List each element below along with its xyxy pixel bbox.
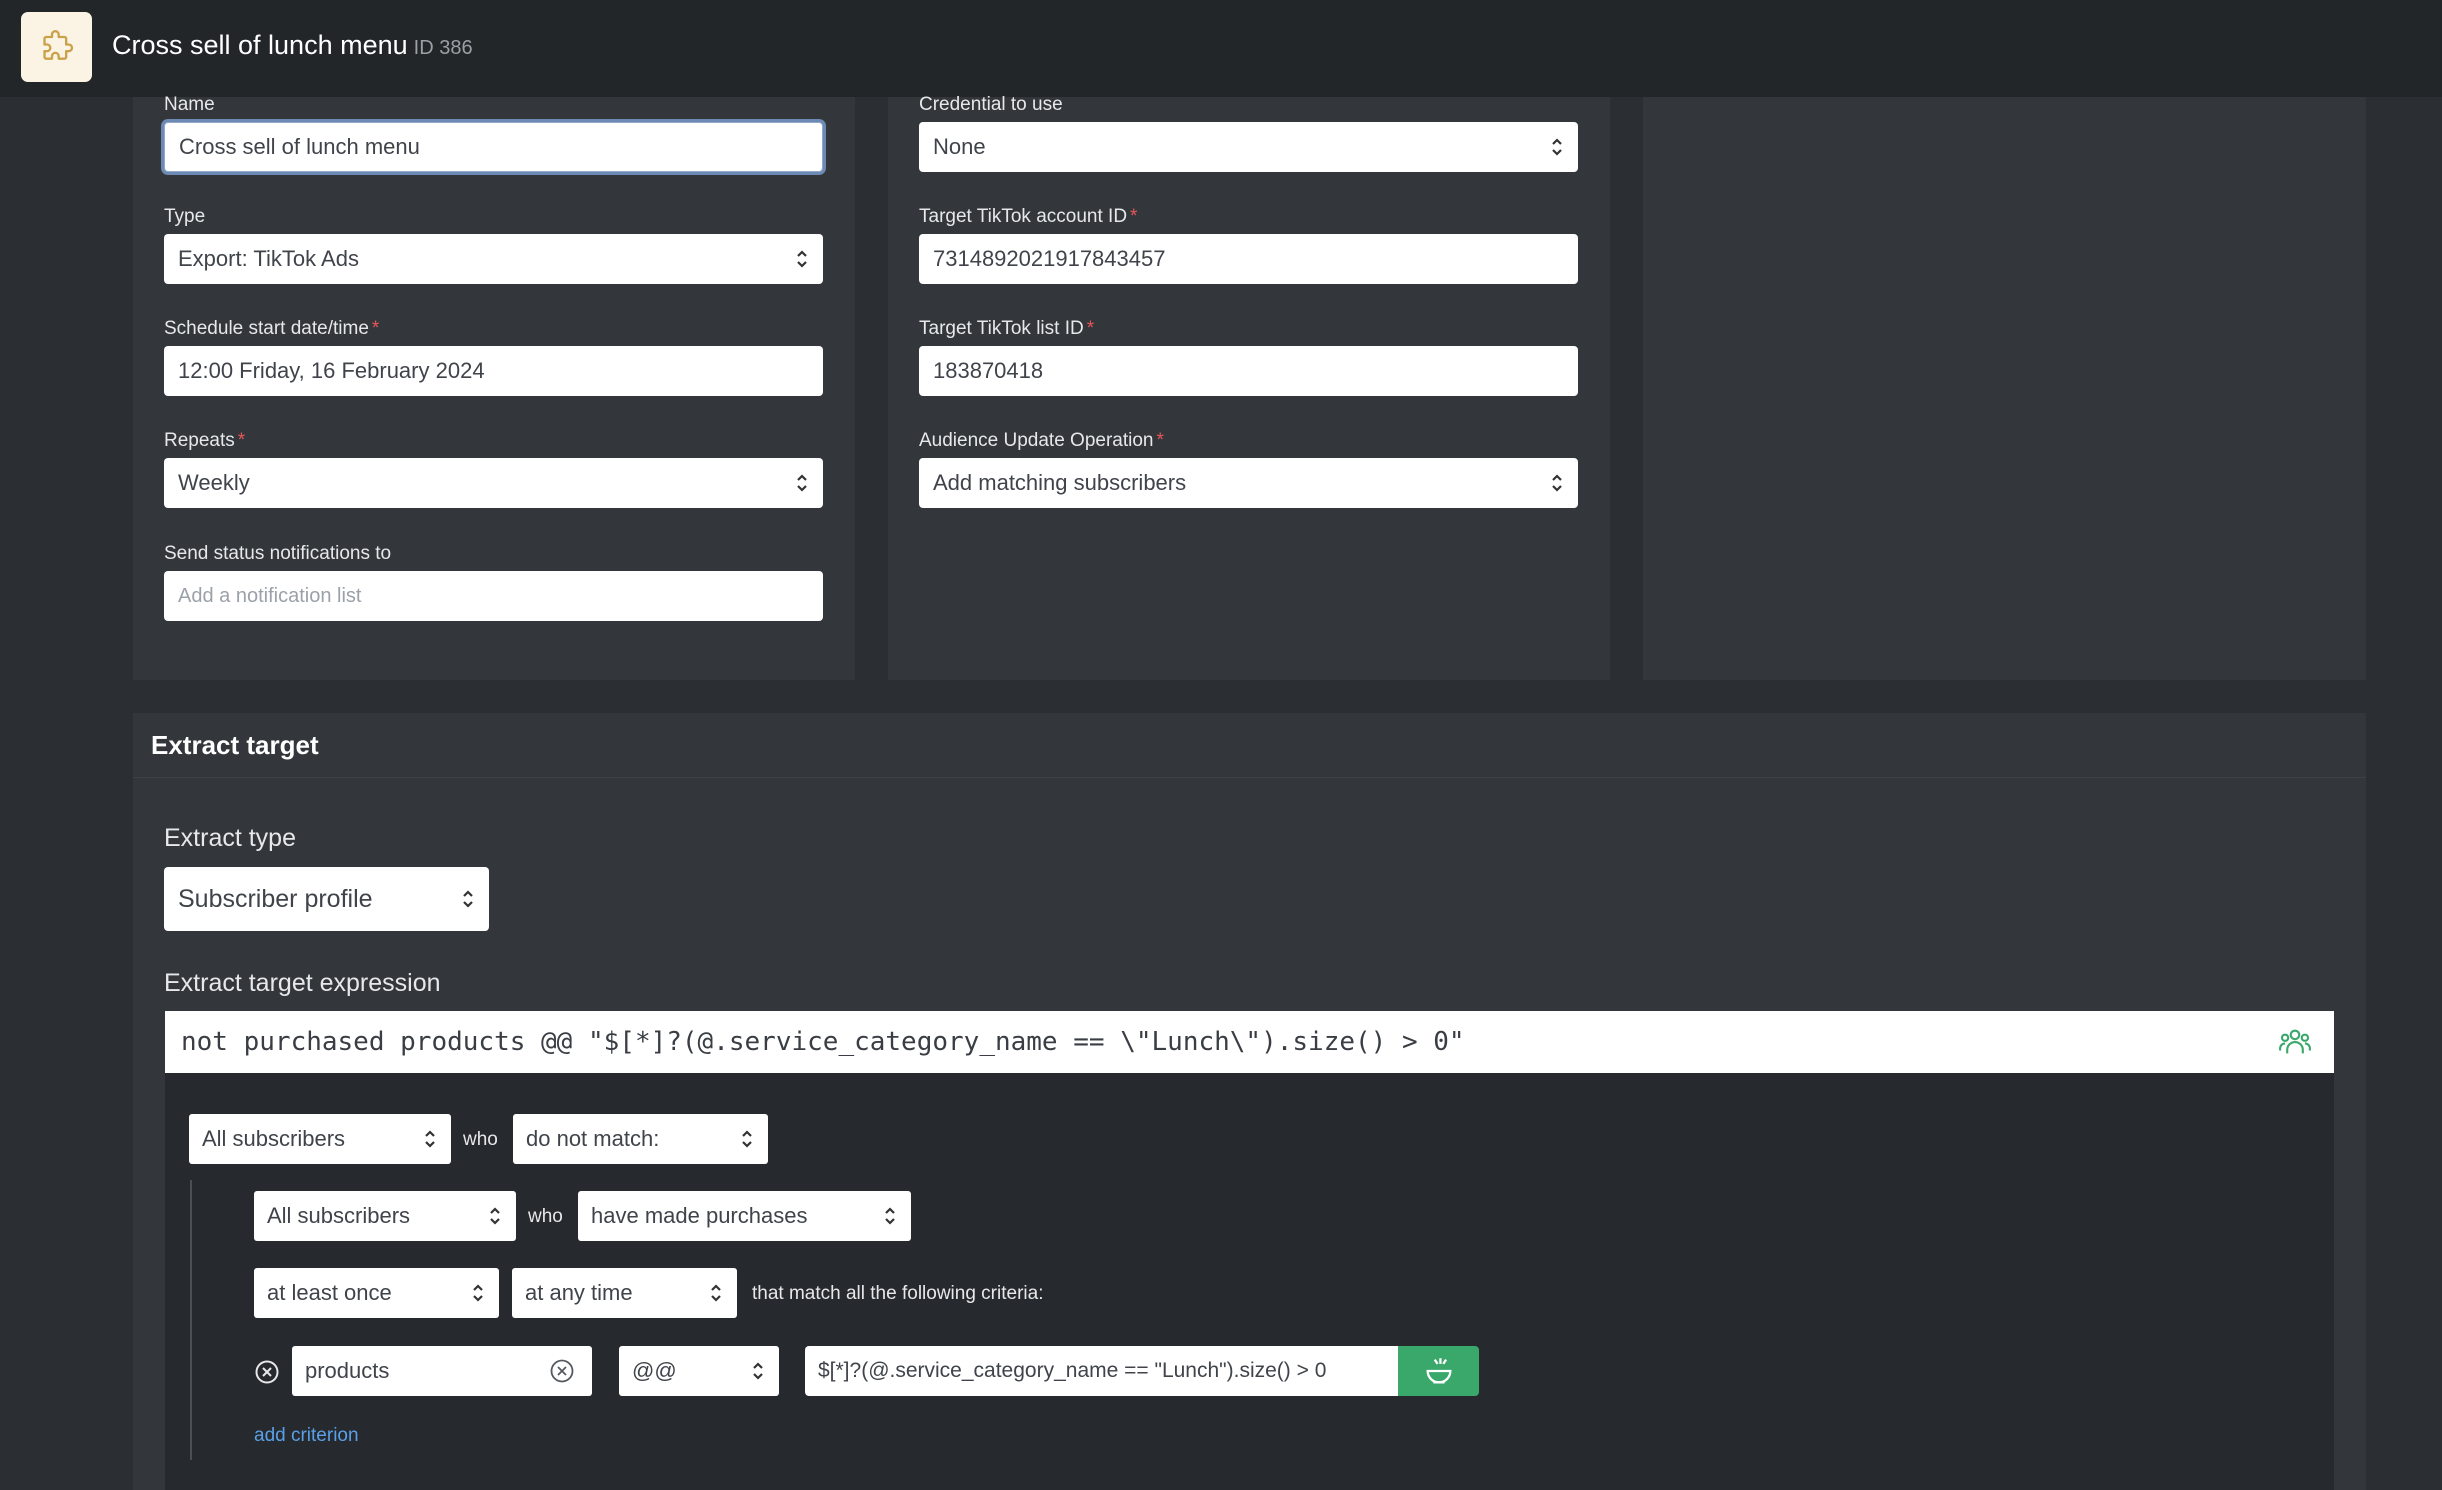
operation-select-value: Add matching subscribers: [933, 470, 1187, 495]
expression-text: not purchased products @@ "$[*]?(@.servi…: [181, 1027, 1465, 1057]
name-label: Name: [164, 94, 215, 115]
credential-select-value: None: [933, 134, 986, 159]
remove-criterion-icon[interactable]: [254, 1359, 280, 1385]
criterion-operator-value: @@: [632, 1358, 677, 1383]
criterion-field-value: products: [305, 1358, 390, 1383]
select-arrows-icon: [797, 250, 807, 268]
required-marker: *: [371, 318, 380, 339]
row2-condition-value: have made purchases: [591, 1203, 808, 1228]
account-id-input[interactable]: 7314892021917843457: [919, 234, 1578, 284]
select-arrows-icon: [885, 1207, 895, 1225]
repeats-select-value: Weekly: [178, 470, 250, 495]
list-label: Target TikTok list ID *: [919, 318, 1094, 340]
extract-type-value: Subscriber profile: [178, 884, 373, 913]
section-title: Extract target: [151, 730, 319, 760]
select-arrows-icon: [463, 890, 473, 908]
account-label-text: Target TikTok account ID: [919, 206, 1128, 227]
timeframe-select[interactable]: at any time: [512, 1268, 737, 1318]
row1-scope-value: All subscribers: [202, 1126, 346, 1151]
select-arrows-icon: [753, 1362, 763, 1380]
repeats-select[interactable]: Weekly: [164, 458, 823, 508]
criterion-field-input[interactable]: products: [292, 1346, 592, 1396]
record-id: ID 386: [413, 37, 473, 59]
empty-panel: [1643, 97, 2366, 680]
row2-scope-value: All subscribers: [267, 1203, 411, 1228]
row1-condition-select[interactable]: do not match:: [513, 1114, 768, 1164]
operation-label-text: Audience Update Operation: [919, 430, 1154, 451]
select-arrows-icon: [1552, 474, 1562, 492]
repeats-label: Repeats *: [164, 430, 245, 452]
required-marker: *: [1130, 206, 1138, 227]
section-header: Extract target: [133, 713, 2366, 778]
type-select[interactable]: Export: TikTok Ads: [164, 234, 823, 284]
required-marker: *: [237, 430, 246, 451]
schedule-label-text: Schedule start date/time: [164, 318, 369, 339]
row1-scope-select[interactable]: All subscribers: [189, 1114, 451, 1164]
select-arrows-icon: [742, 1130, 752, 1148]
criterion-value-input[interactable]: $[*]?(@.service_category_name == "Lunch"…: [805, 1346, 1399, 1396]
required-marker: *: [1156, 430, 1164, 451]
tree-connector: [190, 1180, 192, 1460]
page-title: Cross sell of lunch menu ID 386: [112, 30, 473, 61]
expression-label: Extract target expression: [164, 969, 441, 997]
add-criterion-link[interactable]: add criterion: [254, 1425, 359, 1447]
extract-type-select[interactable]: Subscriber profile: [164, 867, 489, 931]
credential-select[interactable]: None: [919, 122, 1578, 172]
select-arrows-icon: [473, 1284, 483, 1302]
audience-builder-icon[interactable]: [2278, 1025, 2312, 1059]
required-marker: *: [1086, 318, 1095, 339]
row1-who: who: [463, 1129, 498, 1150]
schedule-label: Schedule start date/time *: [164, 318, 379, 340]
operation-select[interactable]: Add matching subscribers: [919, 458, 1578, 508]
puzzle-icon[interactable]: [21, 12, 92, 82]
account-label: Target TikTok account ID *: [919, 206, 1137, 228]
select-arrows-icon: [711, 1284, 721, 1302]
row2-who: who: [528, 1206, 563, 1227]
schedule-input[interactable]: 12:00 Friday, 16 February 2024: [164, 346, 823, 396]
list-label-text: Target TikTok list ID: [919, 318, 1084, 339]
frequency-select[interactable]: at least once: [254, 1268, 499, 1318]
expression-input[interactable]: not purchased products @@ "$[*]?(@.servi…: [165, 1011, 2334, 1073]
repeats-label-text: Repeats: [164, 430, 235, 451]
name-input[interactable]: Cross sell of lunch menu: [164, 122, 823, 172]
page-title-text: Cross sell of lunch menu: [112, 30, 408, 60]
select-arrows-icon: [490, 1207, 500, 1225]
select-arrows-icon: [1552, 138, 1562, 156]
frequency-value: at least once: [267, 1280, 392, 1305]
credential-label: Credential to use: [919, 94, 1063, 115]
select-arrows-icon: [797, 474, 807, 492]
list-id-input[interactable]: 183870418: [919, 346, 1578, 396]
type-select-value: Export: TikTok Ads: [178, 246, 359, 271]
operation-label: Audience Update Operation *: [919, 430, 1164, 452]
row2-condition-select[interactable]: have made purchases: [578, 1191, 911, 1241]
recipe-helper-icon: [1426, 1358, 1451, 1384]
extract-type-label: Extract type: [164, 824, 296, 852]
criterion-operator-select[interactable]: @@: [619, 1346, 779, 1396]
select-arrows-icon: [425, 1130, 435, 1148]
criteria-suffix: that match all the following criteria:: [752, 1283, 1044, 1304]
timeframe-value: at any time: [525, 1280, 633, 1305]
row2-scope-select[interactable]: All subscribers: [254, 1191, 516, 1241]
clear-field-icon[interactable]: [549, 1358, 575, 1384]
criterion-helper-button[interactable]: [1398, 1346, 1479, 1396]
type-label: Type: [164, 206, 206, 227]
row1-condition-value: do not match:: [526, 1126, 660, 1151]
top-bar: Cross sell of lunch menu ID 386: [0, 0, 2442, 97]
notify-input[interactable]: Add a notification list: [164, 571, 823, 621]
notify-label: Send status notifications to: [164, 543, 392, 564]
